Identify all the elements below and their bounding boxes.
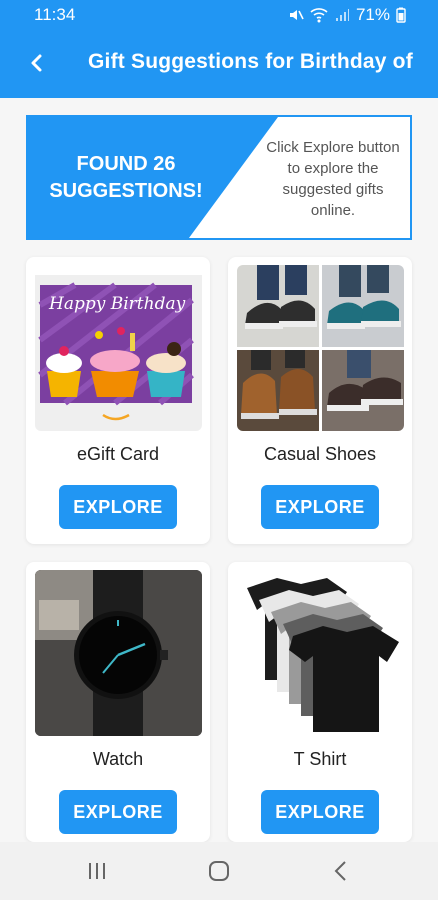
gift-card-casual-shoes: Casual Shoes EXPLORE xyxy=(228,257,412,544)
battery-percent: 71% xyxy=(355,5,390,24)
egift-card-image: Happy Birthday xyxy=(35,265,202,431)
explore-button[interactable]: EXPLORE xyxy=(59,790,177,834)
explore-button[interactable]: EXPLORE xyxy=(59,485,177,529)
gift-name: T Shirt xyxy=(293,749,347,769)
wifi-icon xyxy=(310,8,328,23)
back-nav-icon[interactable] xyxy=(326,858,356,884)
gift-name: Casual Shoes xyxy=(263,444,377,464)
app-bar: Gift Suggestions for Birthday of xyxy=(0,30,438,98)
system-nav-bar xyxy=(0,842,438,900)
casual-shoes-image xyxy=(237,265,404,431)
page-title: Gift Suggestions for Birthday of xyxy=(88,50,413,73)
recent-apps-icon[interactable] xyxy=(82,858,112,884)
gift-card-egift: Happy Birthday eGift Card EXPLORE xyxy=(26,257,210,544)
status-time: 11:34 xyxy=(34,5,76,24)
status-icons: 71% xyxy=(288,5,406,25)
gift-name: eGift Card xyxy=(76,444,160,464)
t-shirt-image xyxy=(237,570,404,736)
back-arrow-icon[interactable] xyxy=(24,48,52,78)
found-count-text: FOUND 26 SUGGESTIONS! xyxy=(49,153,203,202)
happy-birthday-text: Happy Birthday xyxy=(48,294,186,314)
explore-hint-text: Click Explore button to explore the sugg… xyxy=(266,139,400,219)
battery-icon xyxy=(396,7,406,23)
signal-icon xyxy=(335,9,349,21)
gift-card-watch: Watch EXPLORE xyxy=(26,562,210,842)
suggestions-banner: FOUND 26 SUGGESTIONS! Click Explore butt… xyxy=(26,115,412,240)
gift-name: Watch xyxy=(92,749,144,769)
gift-card-t-shirt: T Shirt EXPLORE xyxy=(228,562,412,842)
explore-button[interactable]: EXPLORE xyxy=(261,485,379,529)
mute-icon xyxy=(289,10,304,20)
watch-image xyxy=(35,570,202,736)
home-icon[interactable] xyxy=(204,858,234,884)
explore-button[interactable]: EXPLORE xyxy=(261,790,379,834)
status-bar: 11:34 71% xyxy=(0,0,438,30)
